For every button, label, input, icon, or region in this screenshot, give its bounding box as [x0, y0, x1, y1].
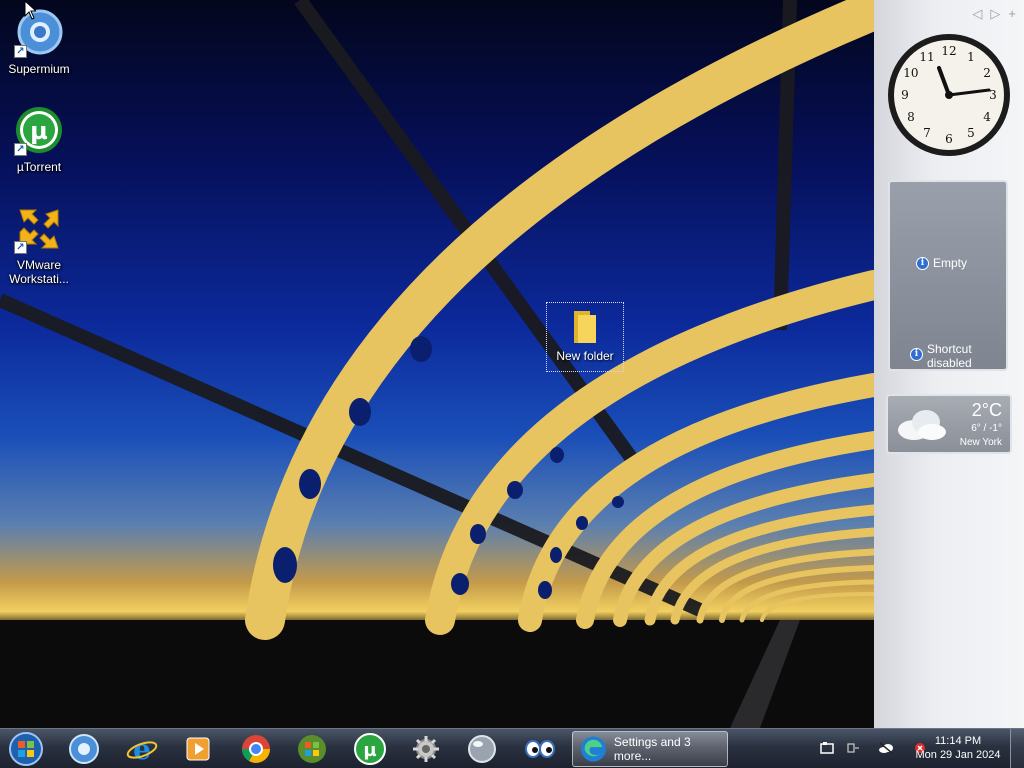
clock-numeral: 2	[983, 66, 991, 80]
taskbar-orb-app[interactable]	[456, 731, 508, 767]
taskbar-windows-flag[interactable]	[286, 731, 338, 767]
desktop-icon-utorrent[interactable]: µ ↗ µTorrent	[1, 106, 77, 174]
clock-numeral: 6	[945, 132, 953, 146]
supermium-icon: ↗	[14, 8, 64, 58]
clock-numeral: 11	[919, 50, 934, 64]
taskbar-clock[interactable]: 11:14 PM Mon 29 Jan 2024	[912, 734, 1004, 762]
taskbar-gear-app[interactable]	[400, 731, 452, 767]
edge-icon	[580, 736, 606, 762]
sidebar-add-gadget-button[interactable]: +	[1008, 6, 1016, 22]
windows-flag-icon	[298, 735, 326, 763]
clock-time: 11:14 PM	[934, 735, 982, 747]
taskbar-internet-explorer[interactable]: e	[116, 731, 168, 767]
desktop-icon-supermium[interactable]: ↗ Supermium	[1, 8, 77, 76]
clock-date: Mon 29 Jan 2024	[915, 749, 1001, 761]
info-icon: i	[910, 348, 923, 361]
taskbar-media-player[interactable]	[172, 731, 224, 767]
show-desktop-button[interactable]	[1010, 729, 1024, 768]
empty-gadget[interactable]: i Empty i Shortcut disabled	[888, 180, 1008, 371]
desktop-icon-label: Supermium	[8, 62, 70, 76]
desktop-folder-new-folder[interactable]: New folder	[546, 302, 624, 372]
eyes-icon	[525, 740, 555, 758]
sidebar-controls: ◁ ▷ +	[972, 6, 1016, 22]
active-task-label: Settings and 3 more...	[613, 735, 691, 763]
sidebar-next-button[interactable]: ▷	[990, 6, 1000, 22]
mouse-cursor-icon	[24, 0, 38, 25]
taskbar: e µ Settings and 3 more... 11:14 PM Mon …	[0, 728, 1024, 768]
gear-icon	[413, 736, 439, 762]
svg-text:µ: µ	[363, 740, 376, 761]
cloud-sync-icon[interactable]	[878, 741, 894, 757]
empty-label: Empty	[933, 256, 968, 270]
clock-numeral: 9	[901, 88, 909, 102]
windows-start-icon	[9, 732, 43, 766]
weather-range: 6° / -1°	[971, 423, 1002, 434]
cloud-icon	[894, 404, 948, 449]
utorrent-icon: µ ↗	[14, 106, 64, 156]
clock-numeral: 4	[983, 110, 991, 124]
clock-gadget[interactable]: 12 1 2 3 4 5 6 7 8 9 10 11	[886, 32, 1012, 158]
clock-numeral: 8	[907, 110, 915, 124]
desktop-icon-label: VMware Workstati...	[9, 258, 69, 286]
orb-icon	[468, 735, 496, 763]
internet-explorer-icon: e	[126, 733, 158, 765]
clock-numeral: 5	[967, 126, 975, 140]
taskbar-supermium[interactable]	[58, 731, 110, 767]
utorrent-icon: µ	[354, 733, 386, 765]
desktop-icon-vmware[interactable]: ↗ VMware Workstati...	[1, 204, 77, 286]
network-icon[interactable]	[846, 741, 860, 758]
svg-text:e: e	[133, 733, 151, 765]
shortcut-arrow-icon: ↗	[14, 241, 27, 254]
vmware-icon: ↗	[14, 204, 64, 254]
svg-text:µ: µ	[30, 117, 48, 145]
weather-city: New York	[959, 437, 1002, 448]
taskbar-active-edge-group[interactable]: Settings and 3 more...	[572, 731, 728, 767]
folder-label: New folder	[556, 349, 614, 363]
action-center-icon[interactable]	[820, 741, 834, 758]
weather-temperature: 2°C	[971, 400, 1002, 420]
desktop-icon-label: µTorrent	[16, 160, 62, 174]
media-player-icon	[186, 737, 210, 761]
taskbar-chrome[interactable]	[230, 731, 282, 767]
shortcut-label: Shortcut	[927, 342, 972, 356]
clock-numeral: 10	[903, 66, 918, 80]
shortcut-arrow-icon: ↗	[14, 45, 27, 58]
supermium-icon	[69, 734, 99, 764]
shortcut-arrow-icon: ↗	[14, 143, 27, 156]
desktop-wallpaper	[0, 0, 1024, 728]
taskbar-utorrent[interactable]: µ	[344, 731, 396, 767]
start-button[interactable]	[6, 731, 46, 767]
clock-numeral: 12	[941, 44, 956, 58]
sidebar-prev-button[interactable]: ◁	[972, 6, 982, 22]
info-icon: i	[916, 256, 929, 270]
folder-icon	[570, 309, 600, 345]
clock-numeral: 1	[967, 50, 975, 64]
disabled-label: disabled	[927, 356, 972, 370]
clock-numeral: 7	[923, 126, 931, 140]
weather-gadget[interactable]: 2°C 6° / -1° New York	[886, 394, 1012, 454]
chrome-icon	[242, 735, 270, 763]
taskbar-eyes-app[interactable]	[514, 731, 566, 767]
system-tray	[820, 729, 926, 768]
